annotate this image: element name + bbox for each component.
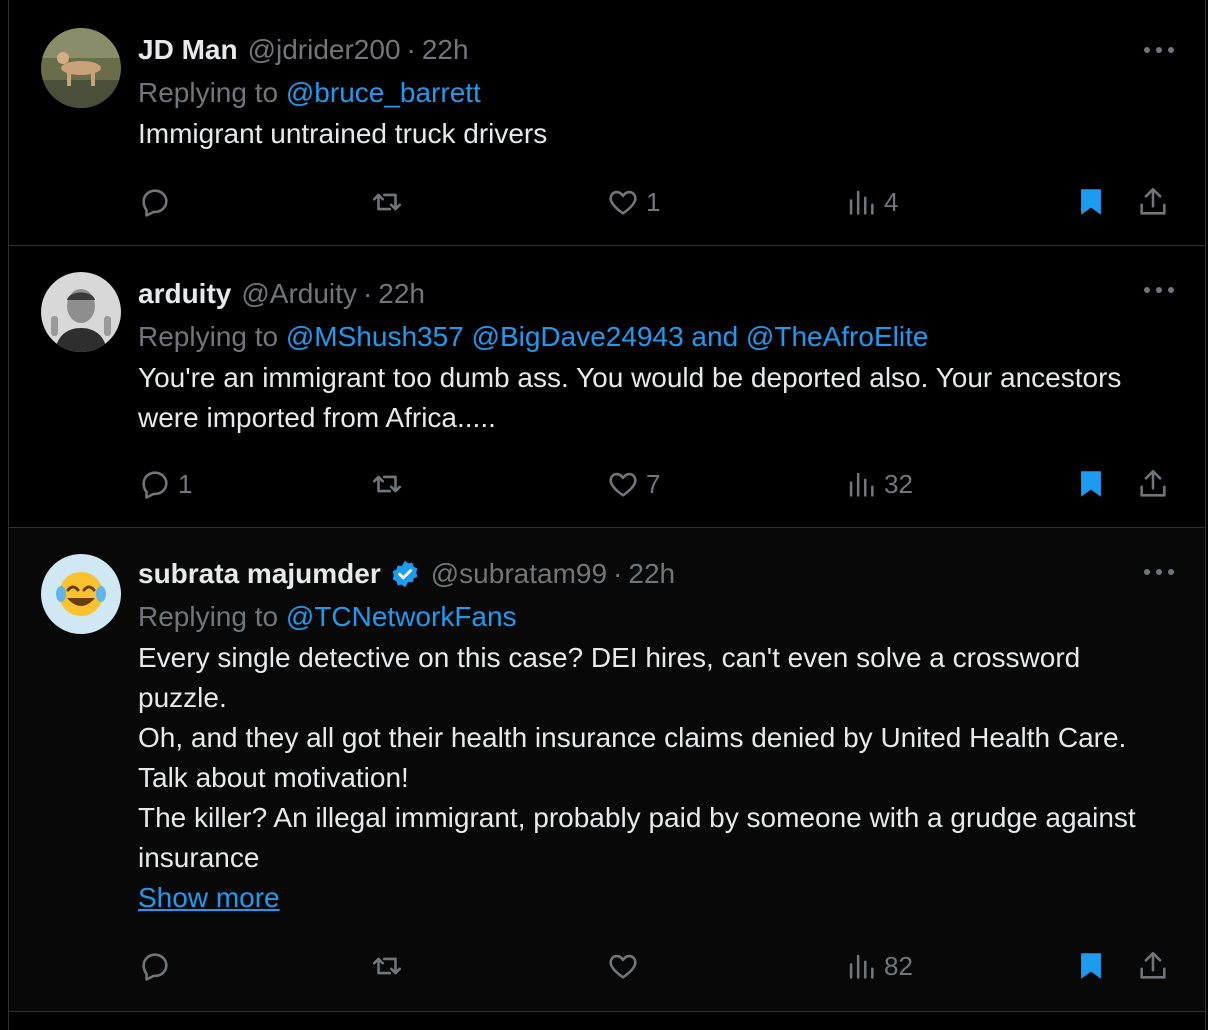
replying-prefix: Replying to — [138, 77, 279, 108]
bookmark-icon — [1081, 471, 1101, 497]
view-count: 82 — [884, 950, 913, 981]
more-dots-icon — [1144, 569, 1174, 575]
replying-to: Replying to @MShush357 @BigDave24943 and… — [138, 318, 1169, 356]
bookmark-button[interactable] — [1074, 182, 1108, 222]
avatar[interactable] — [41, 272, 121, 352]
tweet-text: You're an immigrant too dumb ass. You wo… — [138, 358, 1169, 438]
tweet-header: arduity @Arduity · 22h — [138, 274, 1169, 314]
separator-dot: · — [613, 558, 623, 589]
reply-button[interactable]: 1 — [138, 464, 192, 504]
share-icon — [1140, 951, 1166, 979]
more-dots-icon — [1144, 47, 1174, 53]
display-name[interactable]: JD Man — [138, 34, 238, 66]
views-icon — [849, 954, 874, 979]
tweet-feed: JD Man @jdrider200 · 22h Replying to @br… — [8, 0, 1206, 1030]
timestamp[interactable]: 22h — [378, 278, 425, 310]
heart-icon — [609, 954, 637, 979]
views-button[interactable]: 82 — [844, 946, 913, 986]
replying-prefix: Replying to — [138, 601, 279, 632]
views-button[interactable]: 32 — [844, 464, 913, 504]
replying-to: Replying to @bruce_barrett — [138, 74, 1169, 112]
more-options-button[interactable] — [1137, 552, 1181, 592]
heart-icon — [609, 190, 637, 215]
more-dots-icon — [1144, 287, 1174, 293]
views-icon — [849, 472, 874, 497]
mention-and[interactable]: and — [691, 321, 738, 352]
like-count: 1 — [646, 186, 661, 217]
tweet-header: JD Man @jdrider200 · 22h — [138, 30, 1169, 70]
share-button[interactable] — [1136, 946, 1170, 986]
reply-icon — [142, 953, 168, 981]
mention-link[interactable]: @TheAfroElite — [746, 321, 929, 352]
retweet-button[interactable] — [370, 464, 410, 504]
show-more-link[interactable]: Show more — [138, 878, 280, 918]
mention-link[interactable]: @MShush357 — [286, 321, 464, 352]
tweet[interactable]: subrata majumder @subratam99 · 22h Reply… — [9, 528, 1205, 1012]
action-bar: 1 4 — [138, 182, 1205, 222]
mention-link[interactable]: @TCNetworkFans — [286, 601, 517, 632]
separator-dot: · — [362, 278, 373, 309]
avatar[interactable] — [41, 554, 121, 634]
action-bar: 82 — [138, 946, 1205, 986]
retweet-icon — [372, 193, 402, 211]
retweet-button[interactable] — [370, 946, 410, 986]
verified-badge-icon — [389, 558, 421, 590]
action-bar: 1 7 32 — [138, 464, 1205, 504]
retweet-icon — [372, 475, 402, 493]
bookmark-icon — [1081, 953, 1101, 979]
user-handle[interactable]: @subratam99 — [431, 558, 607, 590]
tweet-text-line: Oh, and they all got their health insura… — [138, 722, 1127, 793]
bookmark-button[interactable] — [1074, 464, 1108, 504]
view-count: 4 — [884, 186, 899, 217]
mention-link[interactable]: @BigDave24943 — [472, 321, 684, 352]
bookmark-icon — [1081, 189, 1101, 215]
like-count: 7 — [646, 468, 661, 499]
more-options-button[interactable] — [1137, 270, 1181, 310]
avatar[interactable] — [41, 28, 121, 108]
display-name[interactable]: arduity — [138, 278, 231, 310]
next-tweet-edge — [9, 1012, 1205, 1030]
mention-link[interactable]: @bruce_barrett — [286, 77, 481, 108]
replying-prefix: Replying to — [138, 321, 279, 352]
tweet[interactable]: arduity @Arduity · 22h Replying to @MShu… — [9, 246, 1205, 528]
tweet-text-line: Immigrant untrained truck drivers — [138, 118, 548, 149]
tweet-text: Immigrant untrained truck drivers — [138, 114, 1169, 154]
views-button[interactable]: 4 — [844, 182, 898, 222]
share-icon — [1140, 187, 1166, 215]
views-icon — [849, 190, 874, 215]
tweet-header: subrata majumder @subratam99 · 22h — [138, 554, 1169, 594]
user-handle[interactable]: @Arduity — [241, 278, 357, 310]
bookmark-button[interactable] — [1074, 946, 1108, 986]
more-options-button[interactable] — [1137, 30, 1181, 70]
display-name[interactable]: subrata majumder — [138, 558, 381, 590]
user-handle[interactable]: @jdrider200 — [248, 34, 401, 66]
replying-to: Replying to @TCNetworkFans — [138, 598, 1169, 636]
tweet-text-line: You're an immigrant too dumb ass. You wo… — [138, 362, 1122, 433]
share-icon — [1140, 469, 1166, 497]
reply-icon — [142, 471, 168, 499]
like-button[interactable]: 1 — [606, 182, 660, 222]
tweet[interactable]: JD Man @jdrider200 · 22h Replying to @br… — [9, 0, 1205, 246]
retweet-icon — [372, 957, 402, 975]
retweet-button[interactable] — [370, 182, 410, 222]
reply-button[interactable] — [138, 182, 178, 222]
like-button[interactable]: 7 — [606, 464, 660, 504]
share-button[interactable] — [1136, 182, 1170, 222]
reply-button[interactable] — [138, 946, 178, 986]
view-count: 32 — [884, 468, 913, 499]
timestamp[interactable]: 22h — [422, 34, 469, 66]
tweet-text-line: The killer? An illegal immigrant, probab… — [138, 802, 1136, 873]
reply-icon — [142, 189, 168, 217]
reply-count: 1 — [178, 468, 193, 499]
tweet-text-line: Every single detective on this case? DEI… — [138, 642, 1081, 713]
heart-icon — [609, 472, 637, 497]
share-button[interactable] — [1136, 464, 1170, 504]
tweet-text: Every single detective on this case? DEI… — [138, 638, 1169, 878]
like-button[interactable] — [606, 946, 646, 986]
separator-dot: · — [406, 34, 416, 65]
timestamp[interactable]: 22h — [628, 558, 675, 590]
